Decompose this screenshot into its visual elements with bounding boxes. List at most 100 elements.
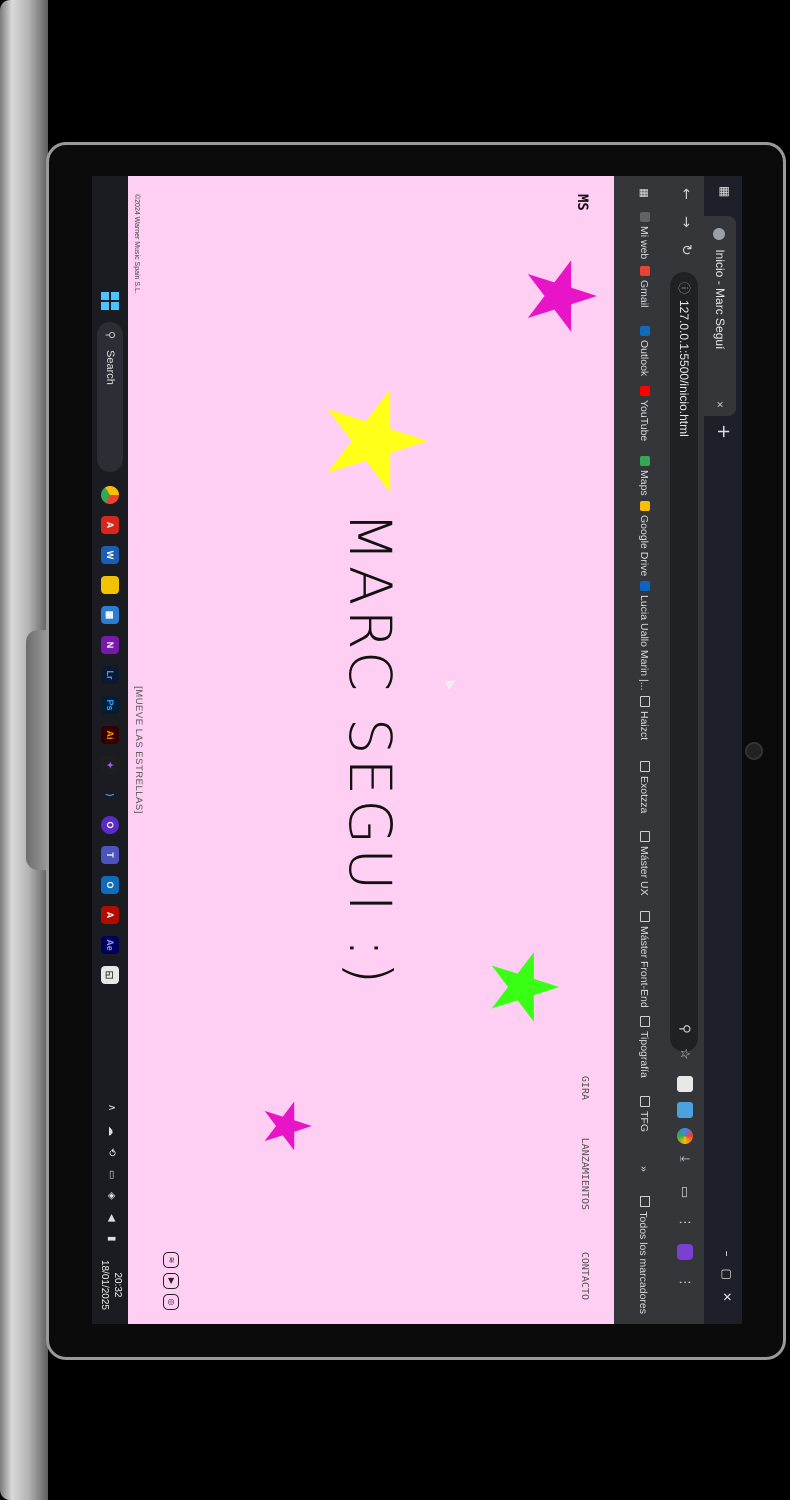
youtube-icon	[640, 386, 650, 396]
bookmark-folder[interactable]: Máster Front-End	[638, 911, 650, 1008]
star-magenta-bottom[interactable]	[262, 1100, 314, 1152]
youtube-icon[interactable]: ▶	[163, 1273, 179, 1289]
nav-link-lanzamientos[interactable]: LANZAMIENTOS	[579, 1138, 590, 1210]
bookmark-folder[interactable]: Tipografía	[638, 1016, 650, 1078]
downloads-icon[interactable]: ⤓	[677, 1156, 692, 1162]
star-green[interactable]	[488, 950, 562, 1024]
cloud-icon[interactable]: ☁	[106, 1126, 117, 1136]
bookmark-item[interactable]: Maps	[638, 456, 650, 496]
back-icon[interactable]: ←	[678, 188, 694, 200]
battery-icon[interactable]: ▭	[106, 1170, 117, 1179]
windows-taskbar: ⚲ Search A W ▦ N Lr Ps Ai ✦ ⟩ O T O A Ae…	[92, 176, 128, 1324]
app-icon[interactable]: O	[101, 816, 119, 834]
more-bookmarks-icon[interactable]: »	[638, 1166, 650, 1172]
nav-link-gira[interactable]: GIRA	[579, 1076, 590, 1100]
browser-toolbar: ← → ↻ ⓘ 127.0.0.1:5500/inicio.html ⚲ ☆ ⤓…	[664, 176, 704, 1324]
forward-icon[interactable]: →	[678, 216, 694, 228]
extension-icon[interactable]	[677, 1102, 693, 1118]
stars-hint: [MUEVE LAS ESTRELLAS]	[133, 686, 144, 814]
extension-icon[interactable]	[677, 1128, 693, 1144]
star-shape	[527, 260, 597, 332]
folder-icon	[640, 1096, 650, 1107]
drive-icon	[640, 501, 650, 511]
bookmark-item[interactable]: Gmail	[638, 266, 650, 307]
sync-icon[interactable]: ⟲	[106, 1148, 117, 1156]
folder-icon	[640, 761, 650, 772]
folder-icon	[640, 1196, 650, 1208]
vscode-icon[interactable]: ⟩	[101, 786, 119, 804]
tab-search-icon[interactable]: ▦	[718, 186, 732, 197]
extension-icon[interactable]	[677, 1076, 693, 1092]
bookmark-item[interactable]: Google Drive	[638, 501, 650, 576]
url-text: 127.0.0.1:5500/inicio.html	[677, 300, 691, 437]
star-magenta-top[interactable]	[524, 258, 600, 334]
wifi-icon[interactable]: ◈	[106, 1192, 117, 1200]
close-tab-icon[interactable]: ×	[704, 401, 736, 408]
site-info-icon[interactable]: ⓘ	[670, 282, 698, 294]
chrome-icon[interactable]	[101, 486, 119, 504]
address-bar[interactable]: ⓘ 127.0.0.1:5500/inicio.html	[670, 272, 698, 1052]
illustrator-icon[interactable]: Ai	[101, 726, 119, 744]
spotify-icon[interactable]: ≋	[163, 1252, 179, 1268]
copyright-text: ©2024 Warner Music Spain S.L.	[133, 194, 140, 294]
laptop-hinge	[26, 630, 48, 870]
photoshop-icon[interactable]: Ps	[101, 696, 119, 714]
bookmark-item[interactable]: Lucia Uallo Marin |...	[638, 581, 650, 691]
bookmark-star-icon[interactable]: ☆	[677, 1048, 692, 1060]
bookmark-item[interactable]: YouTube	[638, 386, 650, 441]
acrobat-icon[interactable]: A	[101, 516, 119, 534]
mouse-cursor-icon	[444, 676, 458, 690]
taskbar-clock[interactable]: 20:32 18/01/2025	[98, 1260, 124, 1310]
battery-level-icon[interactable]: ▮	[106, 1236, 117, 1242]
clock-date: 18/01/2025	[99, 1259, 110, 1310]
globe-icon	[713, 228, 726, 240]
menu-icon[interactable]: ⋮	[677, 1276, 692, 1289]
word-icon[interactable]: W	[101, 546, 119, 564]
social-links: ≋ ▶ ◎	[163, 1247, 184, 1310]
reload-icon[interactable]: ↻	[678, 244, 694, 256]
zoom-icon[interactable]: ⚲	[677, 1024, 692, 1034]
acrobat-icon[interactable]: A	[101, 906, 119, 924]
lightroom-icon[interactable]: Lr	[101, 666, 119, 684]
all-bookmarks-folder[interactable]: Todos los marcadores	[637, 1196, 650, 1314]
bookmark-folder[interactable]: Exotzza	[638, 761, 650, 813]
bookmark-item[interactable]: Outlook	[638, 326, 650, 376]
bookmark-folder[interactable]: TFG	[638, 1096, 650, 1132]
instagram-icon[interactable]: ◎	[163, 1294, 179, 1310]
new-tab-button[interactable]: +	[713, 424, 734, 439]
folder-icon	[640, 1016, 650, 1027]
clock-time: 20:32	[112, 1272, 123, 1298]
figma-icon[interactable]: ✦	[101, 756, 119, 774]
maps-icon	[640, 456, 650, 466]
tray-overflow-icon[interactable]: ∧	[106, 1104, 117, 1111]
bookmark-item[interactable]: Mi web	[638, 212, 650, 259]
folder-icon	[640, 911, 650, 922]
profile-avatar[interactable]	[677, 1244, 693, 1260]
star-shape	[264, 1101, 312, 1151]
sidepanel-icon[interactable]: ▭	[677, 1186, 692, 1198]
windows-start-icon[interactable]	[101, 292, 119, 310]
volume-icon[interactable]: ◀	[106, 1214, 117, 1222]
after-effects-icon[interactable]: Ae	[101, 936, 119, 954]
outlook-icon[interactable]: O	[101, 876, 119, 894]
nav-link-contacto[interactable]: CONTACTO	[579, 1252, 590, 1300]
onenote-icon[interactable]: N	[101, 636, 119, 654]
star-shape	[491, 952, 560, 1022]
extensions-icon[interactable]: ⋮	[677, 1216, 692, 1229]
folder-icon	[640, 831, 650, 842]
website-page: MS GIRA LANZAMIENTOS CONTACTO MARC SEGUI…	[128, 176, 614, 1324]
teams-icon[interactable]: T	[101, 846, 119, 864]
bookmark-folder[interactable]: Haizct	[638, 696, 650, 740]
site-logo[interactable]: MS	[574, 194, 590, 211]
apps-icon[interactable]: ▦	[638, 188, 650, 198]
taskbar-search[interactable]: ⚲ Search	[97, 322, 123, 472]
screen-area: ▦ Inicio - Marc Seguí × + –▢✕ ← → ↻ ⓘ 12…	[92, 176, 742, 1324]
tab-title: Inicio - Marc Seguí	[713, 249, 727, 350]
calendar-icon[interactable]: ▦	[101, 606, 119, 624]
browser-tab-active[interactable]: Inicio - Marc Seguí ×	[704, 216, 736, 416]
bookmark-folder[interactable]: Máster UX	[638, 831, 650, 896]
snipping-tool-icon[interactable]: ◱	[101, 966, 119, 984]
webcam-icon	[745, 742, 763, 760]
window-controls[interactable]: –▢✕	[720, 1251, 734, 1314]
file-explorer-icon[interactable]	[101, 576, 119, 594]
